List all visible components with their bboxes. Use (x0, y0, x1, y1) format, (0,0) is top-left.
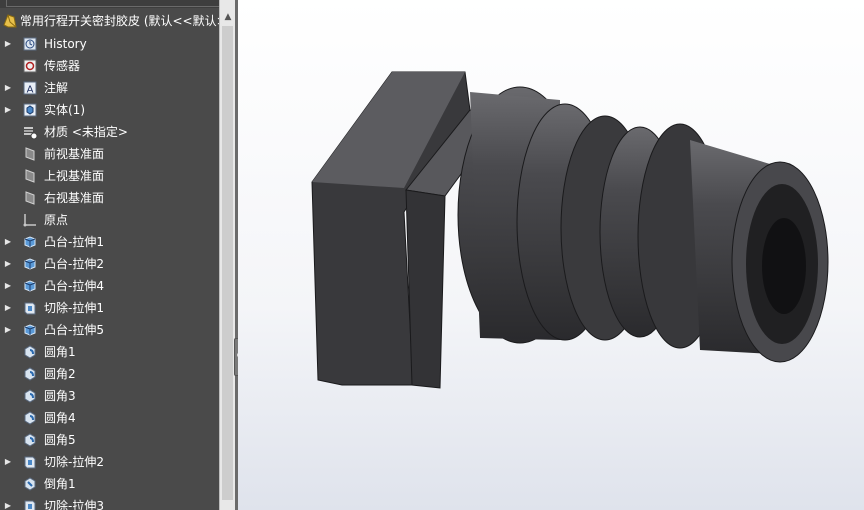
expand-arrow-icon[interactable]: ▶ (4, 297, 12, 319)
tree-item-label: 凸台-拉伸1 (44, 235, 104, 249)
tree-item[interactable]: ▶ 切除-拉伸3 (0, 495, 219, 510)
history-icon (22, 36, 38, 52)
tree-item-label: 圆角2 (44, 367, 76, 381)
tree-item-label: 倒角1 (44, 477, 76, 491)
expand-arrow-icon[interactable]: ▶ (4, 99, 12, 121)
material-icon (22, 124, 38, 140)
boss-extrude-icon (22, 278, 38, 294)
fillet-icon (22, 366, 38, 382)
expand-arrow-icon[interactable]: ▶ (4, 231, 12, 253)
graphics-area[interactable] (238, 0, 864, 510)
tree-item[interactable]: ▶ 切除-拉伸1 (0, 297, 219, 319)
tree-item[interactable]: 传感器 (0, 55, 219, 77)
solid-body-icon (22, 102, 38, 118)
scrollbar-thumb[interactable] (222, 26, 233, 500)
tree-item[interactable]: ▶ History (0, 33, 219, 55)
tree-item-label: 凸台-拉伸2 (44, 257, 104, 271)
tree-item[interactable]: 圆角1 (0, 341, 219, 363)
tree-item-label: 凸台-拉伸5 (44, 323, 104, 337)
svg-text:A: A (27, 85, 34, 96)
fillet-icon (22, 344, 38, 360)
expand-arrow-icon[interactable]: ▶ (4, 77, 12, 99)
tree-item[interactable]: 上视基准面 (0, 165, 219, 187)
tree-item[interactable]: 右视基准面 (0, 187, 219, 209)
feature-manager-tree: 常用行程开关密封胶皮 (默认<<默认> ▶ History 传感器 ▶ A 注解 ▶ 实体(1… (0, 0, 219, 510)
annotation-icon: A (22, 80, 38, 96)
tree-item[interactable]: 前视基准面 (0, 143, 219, 165)
tree-item-label: 前视基准面 (44, 147, 105, 161)
part-icon (2, 13, 18, 29)
origin-icon (22, 212, 38, 228)
seal-part-model (311, 71, 829, 389)
boss-extrude-icon (22, 322, 38, 338)
tree-item-label: 切除-拉伸1 (44, 301, 104, 315)
cut-extrude-icon (22, 498, 38, 510)
tree-item[interactable]: ▶ 凸台-拉伸2 (0, 253, 219, 275)
tree-item[interactable]: ▶ 凸台-拉伸5 (0, 319, 219, 341)
tree-item[interactable]: ▶ A 注解 (0, 77, 219, 99)
tree-item-label: 切除-拉伸3 (44, 499, 104, 510)
expand-arrow-icon[interactable]: ▶ (4, 275, 12, 297)
tree-item[interactable]: ▶ 切除-拉伸2 (0, 451, 219, 473)
tree-item-label: 切除-拉伸2 (44, 455, 104, 469)
tree-item[interactable]: 圆角4 (0, 407, 219, 429)
tree-header-strip (0, 0, 219, 8)
tree-item-label: 右视基准面 (44, 191, 105, 205)
tree-item[interactable]: 倒角1 (0, 473, 219, 495)
tree-item[interactable]: ▶ 凸台-拉伸1 (0, 231, 219, 253)
tree-item-label: 实体(1) (44, 103, 85, 117)
root-label: 常用行程开关密封胶皮 (默认<<默认> (20, 14, 219, 28)
tree-item[interactable]: 圆角2 (0, 363, 219, 385)
tree-item[interactable]: 圆角3 (0, 385, 219, 407)
tree-item[interactable]: 原点 (0, 209, 219, 231)
tree-item-label: 上视基准面 (44, 169, 105, 183)
tree-item-label: 圆角5 (44, 433, 76, 447)
tree-item-label: History (44, 37, 87, 51)
tree-item[interactable]: 圆角5 (0, 429, 219, 451)
tree-item-label: 圆角3 (44, 389, 76, 403)
cut-extrude-icon (22, 454, 38, 470)
boss-extrude-icon (22, 234, 38, 250)
tree-scrollbar[interactable]: ▲ (219, 0, 236, 510)
plane-icon (22, 190, 38, 206)
tree-item-label: 圆角1 (44, 345, 76, 359)
tree-item-label: 凸台-拉伸4 (44, 279, 104, 293)
tree-item[interactable]: ▶ 实体(1) (0, 99, 219, 121)
tree-item-label: 注解 (44, 81, 69, 95)
tree-item[interactable]: ▶ 凸台-拉伸4 (0, 275, 219, 297)
boss-extrude-icon (22, 256, 38, 272)
tree-item-label: 材质 <未指定> (44, 125, 128, 139)
fillet-icon (22, 388, 38, 404)
fillet-icon (22, 432, 38, 448)
expand-arrow-icon[interactable]: ▶ (4, 495, 12, 510)
expand-arrow-icon[interactable]: ▶ (4, 33, 12, 55)
tree-root-part[interactable]: 常用行程开关密封胶皮 (默认<<默认> (0, 10, 219, 32)
expand-arrow-icon[interactable]: ▶ (4, 319, 12, 341)
cut-extrude-icon (22, 300, 38, 316)
expand-arrow-icon[interactable]: ▶ (4, 451, 12, 473)
fillet-icon (22, 410, 38, 426)
tree-item[interactable]: 材质 <未指定> (0, 121, 219, 143)
tree-item-label: 传感器 (44, 59, 81, 73)
tree-item-label: 圆角4 (44, 411, 76, 425)
expand-arrow-icon[interactable]: ▶ (4, 253, 12, 275)
tree-item-label: 原点 (44, 213, 69, 227)
plane-icon (22, 168, 38, 184)
chevron-up-icon[interactable]: ▲ (220, 10, 236, 24)
sensor-icon (22, 58, 38, 74)
chamfer-icon (22, 476, 38, 492)
plane-icon (22, 146, 38, 162)
